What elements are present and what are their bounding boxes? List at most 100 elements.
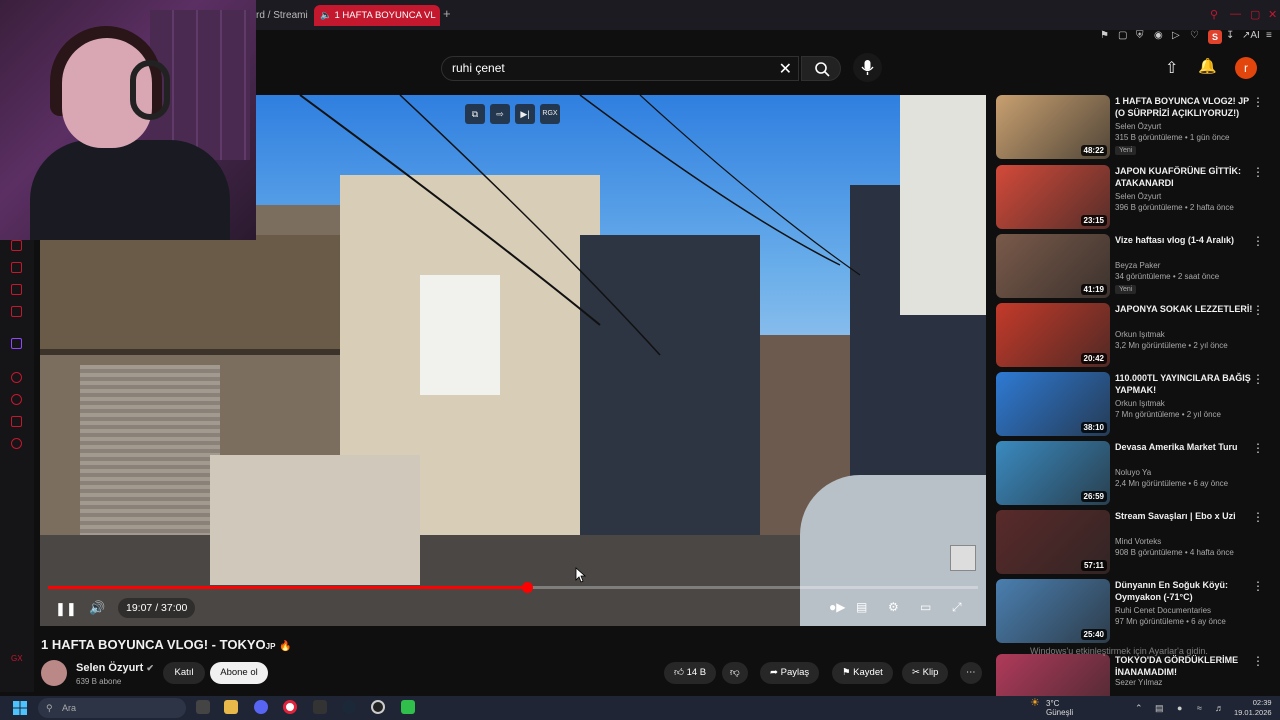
epic-games-icon[interactable]: [313, 700, 327, 714]
recommendation-channel[interactable]: Mind Vorteks: [1115, 537, 1161, 546]
settings-icon[interactable]: [11, 438, 22, 449]
recommendation-thumbnail[interactable]: 41:19: [996, 234, 1110, 298]
download-icon[interactable]: ↧: [1226, 30, 1234, 41]
more-vert-icon[interactable]: ⋮: [1252, 654, 1264, 668]
recommendation-item[interactable]: 41:19 Vize haftası vlog (1-4 Aralık) Beyza…: [996, 234, 1271, 298]
recommendation-thumbnail[interactable]: 20:42: [996, 303, 1110, 367]
recommendation-item[interactable]: 48:22 1 HAFTA BOYUNCA VLOG2! JP (O SÜRPRİ…: [996, 95, 1271, 159]
recommendation-item[interactable]: 20:42 JAPONYA SOKAK LEZZETLERİ! Orkun Işıt…: [996, 303, 1271, 367]
ai-icon[interactable]: ↗AI: [1242, 30, 1260, 41]
settings-icon[interactable]: ⚙: [888, 600, 899, 614]
copy-icon[interactable]: ⧉: [465, 104, 485, 124]
twitch-icon[interactable]: [11, 338, 22, 349]
heart-icon[interactable]: ♡: [1190, 30, 1199, 41]
recommendation-title[interactable]: Stream Savaşları | Ebo x Uzi: [1115, 510, 1255, 522]
weather-widget[interactable]: ☀ 3°C Güneşli: [1030, 698, 1073, 718]
tab-icon[interactable]: ▢: [1118, 30, 1127, 41]
next-icon[interactable]: ▶|: [515, 104, 535, 124]
speaker-icon[interactable]: ♬: [1215, 703, 1224, 713]
recommendation-item[interactable]: TOKYO'DA GÖRDÜKLERİME İNANAMADIM! Sezer Y…: [996, 654, 1271, 718]
volume-icon[interactable]: 🔊: [89, 600, 105, 616]
search-icon[interactable]: ⚲: [1210, 8, 1218, 21]
plus-icon[interactable]: +: [443, 6, 451, 21]
sidebar-chat-icon[interactable]: [11, 284, 22, 295]
search-button[interactable]: [801, 56, 841, 81]
recommendation-channel[interactable]: Ruhi Cenet Documentaries: [1115, 606, 1211, 615]
more-vert-icon[interactable]: ⋮: [1252, 303, 1264, 317]
windows-start-icon[interactable]: [13, 701, 27, 715]
chevron-up-icon[interactable]: ⌃: [1135, 703, 1143, 714]
more-vert-icon[interactable]: ⋮: [1252, 579, 1264, 593]
more-vert-icon[interactable]: ⋮: [1252, 234, 1264, 248]
close-icon[interactable]: ✕: [779, 59, 792, 79]
theater-mode-icon[interactable]: ▭: [920, 600, 931, 614]
subscribe-button[interactable]: Abone ol: [210, 662, 268, 684]
account-avatar[interactable]: r: [1235, 57, 1257, 79]
sidebar-clock-icon[interactable]: [11, 372, 22, 383]
sidebar-history-icon[interactable]: [11, 394, 22, 405]
more-vert-icon[interactable]: ⋮: [1252, 372, 1264, 386]
recommendation-channel[interactable]: Orkun Işıtmak: [1115, 330, 1165, 339]
progress-bar[interactable]: [48, 582, 978, 593]
recommendation-item[interactable]: 38:10 110.000TL YAYINCILARA BAĞIŞ YAPMAK!…: [996, 372, 1271, 436]
recommendation-thumbnail[interactable]: 38:10: [996, 372, 1110, 436]
mic-icon[interactable]: ●: [1177, 703, 1182, 713]
save-button[interactable]: ⚑ Kaydet: [832, 662, 893, 684]
more-vert-icon[interactable]: ⋮: [1252, 95, 1264, 109]
channel-watermark[interactable]: [950, 545, 976, 571]
recommendation-title[interactable]: TOKYO'DA GÖRDÜKLERİME İNANAMADIM!: [1115, 654, 1255, 678]
taskbar-clock[interactable]: 02:39 19.01.2026: [1234, 698, 1272, 718]
recommendation-thumbnail[interactable]: 57:11: [996, 510, 1110, 574]
search-input[interactable]: [452, 61, 772, 75]
recommendation-channel[interactable]: Selen Özyurt: [1115, 122, 1161, 131]
channel-avatar[interactable]: [41, 660, 67, 686]
rgx-button[interactable]: RGX: [540, 104, 560, 124]
more-vert-icon[interactable]: ⋮: [1252, 441, 1264, 455]
recommendation-channel[interactable]: Selen Özyurt: [1115, 192, 1161, 201]
recommendation-item[interactable]: 23:15 JAPON KUAFÖRÜNE GİTTİK: ATAKANARDI S…: [996, 165, 1271, 229]
wifi-icon[interactable]: ≈: [1197, 703, 1202, 713]
dislike-button[interactable]: 👎︎: [722, 662, 748, 684]
recommendation-channel[interactable]: Noluyo Ya: [1115, 468, 1151, 477]
discord-icon[interactable]: [254, 700, 268, 714]
send-icon[interactable]: ▷: [1172, 30, 1180, 41]
recommendation-title[interactable]: 1 HAFTA BOYUNCA VLOG2! JP (O SÜRPRİZİ AÇ…: [1115, 95, 1255, 119]
recommendation-title[interactable]: Vize haftası vlog (1-4 Aralık): [1115, 234, 1255, 246]
minimize-icon[interactable]: —: [1230, 8, 1241, 20]
recommendation-thumbnail[interactable]: 48:22: [996, 95, 1110, 159]
pip-icon[interactable]: ⇨: [490, 104, 510, 124]
recommendation-thumbnail[interactable]: 26:59: [996, 441, 1110, 505]
recommendation-item[interactable]: 26:59 Devasa Amerika Market Turu Noluyo Ya…: [996, 441, 1271, 505]
more-actions-button[interactable]: ⋯: [960, 662, 982, 684]
share-button[interactable]: ➦ Paylaş: [760, 662, 820, 684]
recommendation-title[interactable]: Devasa Amerika Market Turu: [1115, 441, 1255, 453]
browser-tab-active[interactable]: 🔈 1 HAFTA BOYUNCA VL: [314, 5, 440, 26]
camera-icon[interactable]: ◉: [1154, 30, 1163, 41]
app-icon[interactable]: [401, 700, 415, 714]
mic-button[interactable]: [853, 53, 882, 82]
more-vert-icon[interactable]: ⋮: [1252, 510, 1264, 524]
sidebar-home-icon[interactable]: [11, 240, 22, 251]
opera-gx-icon[interactable]: [283, 700, 297, 714]
recommendation-title[interactable]: JAPONYA SOKAK LEZZETLERİ!: [1115, 303, 1255, 315]
steam-icon[interactable]: [342, 700, 356, 714]
s-extension-icon[interactable]: S: [1208, 30, 1222, 44]
recommendation-channel[interactable]: Beyza Paker: [1115, 261, 1160, 270]
taskbar-search[interactable]: ⚲ Ara: [38, 698, 186, 718]
file-explorer-icon[interactable]: [224, 700, 238, 714]
recommendation-title[interactable]: Dünyanın En Soğuk Köyü: Oymyakon (-71°C): [1115, 579, 1255, 603]
fullscreen-icon[interactable]: ⤢: [952, 600, 962, 615]
like-button[interactable]: 👍︎ 14 B: [664, 662, 717, 684]
recommendation-channel[interactable]: Sezer Yılmaz: [1115, 678, 1162, 687]
autoplay-toggle[interactable]: ●▶: [829, 600, 845, 614]
progress-scrubber[interactable]: [521, 582, 533, 593]
pause-icon[interactable]: ❚❚: [55, 601, 77, 617]
recommendation-title[interactable]: JAPON KUAFÖRÜNE GİTTİK: ATAKANARDI: [1115, 165, 1255, 189]
recommendation-thumbnail[interactable]: 25:40: [996, 579, 1110, 643]
channel-name[interactable]: Selen Özyurt ✔: [76, 662, 154, 674]
clip-button[interactable]: ✂ Klip: [902, 662, 949, 684]
menu-icon[interactable]: ≡: [1266, 30, 1272, 41]
recommendation-item[interactable]: 25:40 Dünyanın En Soğuk Köyü: Oymyakon (-…: [996, 579, 1271, 643]
close-window-icon[interactable]: ✕: [1268, 8, 1277, 21]
gx-icon[interactable]: GX: [11, 654, 23, 665]
